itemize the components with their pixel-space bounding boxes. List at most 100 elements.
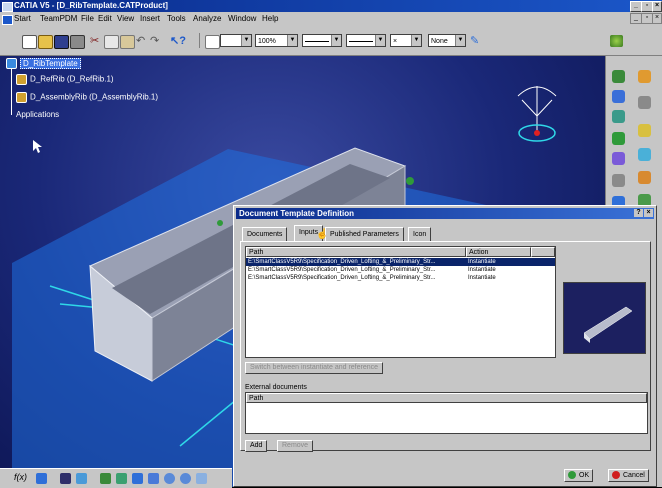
external-documents-label: External documents	[245, 384, 307, 391]
dialog-close-icon[interactable]: ×	[644, 209, 653, 217]
tree-item-assemblyrib[interactable]: D_AssemblyRib (D_AssemblyRib.1)	[16, 92, 158, 103]
switch-instantiate-reference-button[interactable]: Switch between instantiate and reference	[245, 362, 384, 374]
new-component-icon[interactable]	[612, 90, 625, 103]
document-preview	[563, 282, 646, 354]
measure-icon[interactable]	[76, 473, 87, 484]
title-bar: CATIA V5 - [D_RibTemplate.CATProduct] _ …	[0, 0, 662, 12]
formula-icon[interactable]: f(x)	[14, 472, 27, 482]
part-icon	[16, 92, 27, 103]
zoom-area-icon[interactable]	[148, 473, 159, 484]
ok-icon	[568, 471, 576, 480]
new-file-icon[interactable]	[22, 35, 37, 49]
layer-combo[interactable]: None ▼	[428, 34, 466, 47]
format-painter-icon[interactable]: ✎	[470, 35, 483, 47]
product-icon	[6, 58, 17, 69]
tab-documents[interactable]: Documents	[242, 227, 288, 241]
documents-list[interactable]: Path Action E:\SmartClassV5R9\Specificat…	[245, 246, 556, 358]
catalog-icon[interactable]	[60, 473, 71, 484]
menu-file[interactable]: File	[81, 14, 94, 23]
assembly-icon[interactable]	[612, 70, 625, 83]
new-product-icon[interactable]	[638, 96, 651, 109]
menu-tools[interactable]: Tools	[167, 14, 186, 23]
menu-window[interactable]: Window	[228, 14, 256, 23]
remove-button[interactable]: Remove	[277, 440, 314, 452]
help-icon[interactable]: ?	[634, 209, 643, 217]
open-folder-icon[interactable]	[38, 35, 53, 49]
menu-start[interactable]: Start	[14, 14, 31, 23]
dialog-title-bar: Document Template Definition ? ×	[236, 208, 654, 219]
menu-insert[interactable]: Insert	[140, 14, 160, 23]
row-action: Instantiate	[468, 267, 496, 273]
external-documents-list[interactable]: Path	[245, 392, 648, 434]
zoom-in-icon[interactable]	[164, 473, 175, 484]
anchor-point-icon	[406, 177, 414, 185]
tree-root-label: D_RibTemplate	[20, 57, 81, 69]
ok-button[interactable]: OK	[564, 469, 594, 482]
tree-item-applications[interactable]: Applications	[16, 110, 59, 119]
generate-numbering-icon[interactable]	[638, 148, 651, 161]
fill-color-icon[interactable]	[205, 35, 220, 49]
new-part-icon[interactable]	[612, 110, 625, 123]
cut-icon[interactable]: ✂	[90, 35, 103, 47]
existing-component-icon[interactable]	[612, 132, 625, 145]
whats-this-icon[interactable]: ↖?	[170, 35, 186, 47]
menu-analyze[interactable]: Analyze	[193, 14, 221, 23]
dialog-title: Document Template Definition	[239, 209, 354, 218]
close-button[interactable]: ×	[652, 1, 662, 12]
redo-icon[interactable]: ↷	[150, 35, 163, 47]
normal-view-icon[interactable]	[196, 473, 207, 484]
cancel-icon	[612, 471, 620, 480]
copy-icon[interactable]	[104, 35, 119, 49]
menu-view[interactable]: View	[117, 14, 134, 23]
mouse-cursor-icon	[33, 140, 42, 153]
cancel-button[interactable]: Cancel	[608, 469, 649, 482]
row-path: E:\SmartClassV5R9\Specification_Driven_L…	[248, 267, 436, 273]
bottom-toolbar: f(x)	[0, 468, 232, 488]
point-type-sample: ×	[393, 38, 398, 45]
menu-help[interactable]: Help	[262, 14, 278, 23]
doc-close-button[interactable]: ×	[652, 13, 662, 24]
table-row[interactable]: E:\SmartClassV5R9\Specification_Driven_L…	[246, 274, 555, 282]
transparency-combo[interactable]: 100% ▼	[255, 34, 298, 47]
tree-item-label: D_AssemblyRib (D_AssemblyRib.1)	[30, 92, 159, 102]
zoom-out-icon[interactable]	[180, 473, 191, 484]
document-template-dialog: Document Template Definition ? × Documen…	[233, 205, 657, 487]
column-header-empty	[531, 247, 555, 257]
fit-all-icon[interactable]	[100, 473, 111, 484]
table-row[interactable]: E:\SmartClassV5R9\Specification_Driven_L…	[246, 266, 555, 274]
tree-root[interactable]: D_RibTemplate	[6, 57, 81, 69]
paste-icon[interactable]	[120, 35, 135, 49]
tree-item-refrib[interactable]: D_RefRib (D_RefRib.1)	[16, 74, 114, 85]
tree-connector	[11, 69, 12, 115]
pan-icon[interactable]	[116, 473, 127, 484]
snap-icon[interactable]	[638, 171, 651, 184]
column-header-action[interactable]: Action	[466, 247, 531, 257]
menu-teampdm[interactable]: TeamPDM	[40, 14, 77, 23]
tab-icon[interactable]: Icon	[408, 227, 432, 241]
row-action: Instantiate	[468, 259, 496, 265]
line-thickness-combo[interactable]: ▼	[302, 34, 342, 47]
row-path: E:\SmartClassV5R9\Specification_Driven_L…	[248, 275, 436, 281]
point-type-combo[interactable]: × ▼	[390, 34, 422, 47]
manipulation-icon[interactable]	[612, 174, 625, 187]
catia-app-icon	[2, 2, 13, 12]
fill-color-combo[interactable]: ▼	[220, 34, 252, 47]
add-button[interactable]: Add	[245, 440, 268, 452]
document-icon	[2, 15, 13, 25]
select-icon[interactable]	[638, 70, 651, 83]
save-icon[interactable]	[54, 35, 69, 49]
hand-cursor-icon: ☝	[316, 229, 329, 240]
print-icon[interactable]	[70, 35, 85, 49]
knowledge-icon[interactable]	[36, 473, 47, 484]
graph-tree-icon[interactable]	[612, 152, 625, 165]
tab-published-parameters[interactable]: Published Parameters	[325, 227, 404, 241]
line-type-combo[interactable]: ▼	[346, 34, 386, 47]
menu-edit[interactable]: Edit	[98, 14, 112, 23]
replace-component-icon[interactable]	[638, 124, 651, 137]
column-header-path[interactable]: Path	[246, 247, 466, 257]
undo-icon[interactable]: ↶	[136, 35, 149, 47]
external-column-header-path[interactable]: Path	[246, 393, 647, 403]
table-row[interactable]: E:\SmartClassV5R9\Specification_Driven_L…	[246, 258, 555, 266]
workbench-icon[interactable]	[610, 35, 623, 47]
rotate-icon[interactable]	[132, 473, 143, 484]
